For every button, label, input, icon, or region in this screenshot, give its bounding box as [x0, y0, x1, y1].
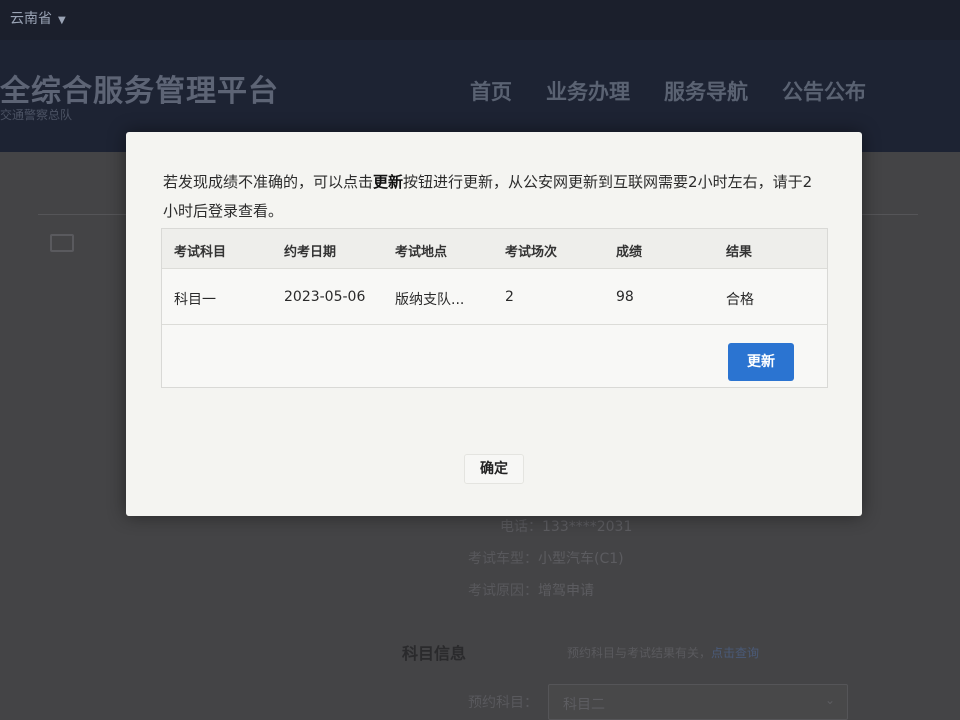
column-header: 考试科目 [174, 245, 227, 260]
nav-item-home[interactable]: 首页 [470, 76, 512, 106]
site-title: 全综合服务管理平台 [0, 74, 279, 109]
query-link[interactable]: 点击查询 [711, 646, 759, 660]
confirm-button[interactable]: 确定 [464, 454, 524, 484]
column-header: 考试场次 [505, 245, 558, 260]
reason-label: 考试原因： [468, 583, 538, 599]
column-header: 约考日期 [284, 245, 337, 260]
cell-location: 版纳支队... [395, 292, 465, 308]
nav-item-business[interactable]: 业务办理 [546, 76, 630, 106]
cell-exam-date: 2023-05-06 [284, 289, 366, 305]
column-header: 考试地点 [395, 245, 448, 260]
vehicle-line: 考试车型：小型汽车(C1) [468, 548, 624, 568]
table-row: 科目一 2023-05-06 版纳支队... 2 98 合格 [162, 269, 827, 325]
update-button[interactable]: 更新 [728, 343, 794, 381]
site-subtitle: 交通警察总队 [0, 108, 73, 122]
column-header: 结果 [726, 245, 753, 260]
column-header: 成绩 [616, 245, 643, 260]
vehicle-label: 考试车型： [468, 551, 538, 567]
section-title: 科目信息 [402, 644, 467, 663]
subject-select[interactable]: 科目二 ⌄ [548, 684, 848, 720]
reason-value: 增驾申请 [538, 583, 594, 599]
cell-result: 合格 [726, 292, 754, 308]
subject-select-value: 科目二 [563, 697, 605, 713]
vehicle-value: 小型汽车(C1) [538, 551, 624, 567]
section-hint: 预约科目与考试结果有关，点击查询 [567, 644, 759, 661]
chevron-down-icon: ⌄ [824, 693, 835, 707]
cell-subject: 科目一 [174, 292, 216, 308]
nav-item-service-guide[interactable]: 服务导航 [664, 76, 748, 106]
region-selector[interactable]: 云南省 [10, 11, 52, 27]
select-label: 预约科目： [468, 695, 538, 711]
document-icon [50, 234, 74, 252]
main-nav: 首页 业务办理 服务导航 公告公布 [470, 76, 866, 106]
nav-item-announcements[interactable]: 公告公布 [782, 76, 866, 106]
phone-line: 电话：133****2031 [500, 516, 632, 536]
chevron-down-icon[interactable]: ▼ [58, 15, 66, 26]
phone-value: 133****2031 [542, 519, 633, 535]
table-header: 考试科目 约考日期 考试地点 考试场次 成绩 结果 [162, 229, 827, 269]
cell-session: 2 [505, 289, 514, 305]
reason-line: 考试原因：增驾申请 [468, 580, 594, 600]
phone-label: 电话： [500, 519, 542, 535]
notice-text-1: 若发现成绩不准确的，可以点击 [163, 173, 374, 191]
section-hint-text: 预约科目与考试结果有关， [567, 646, 712, 660]
score-dialog: 若发现成绩不准确的，可以点击更新按钮进行更新，从公安网更新到互联网需要2小时左右… [126, 132, 862, 516]
cell-score: 98 [616, 289, 634, 305]
notice-highlight: 更新 [373, 173, 404, 191]
top-bar: 云南省 ▼ [0, 0, 960, 40]
score-table: 考试科目 约考日期 考试地点 考试场次 成绩 结果 科目一 2023-05-06… [161, 228, 828, 388]
update-notice: 若发现成绩不准确的，可以点击更新按钮进行更新，从公安网更新到互联网需要2小时左右… [163, 168, 823, 226]
